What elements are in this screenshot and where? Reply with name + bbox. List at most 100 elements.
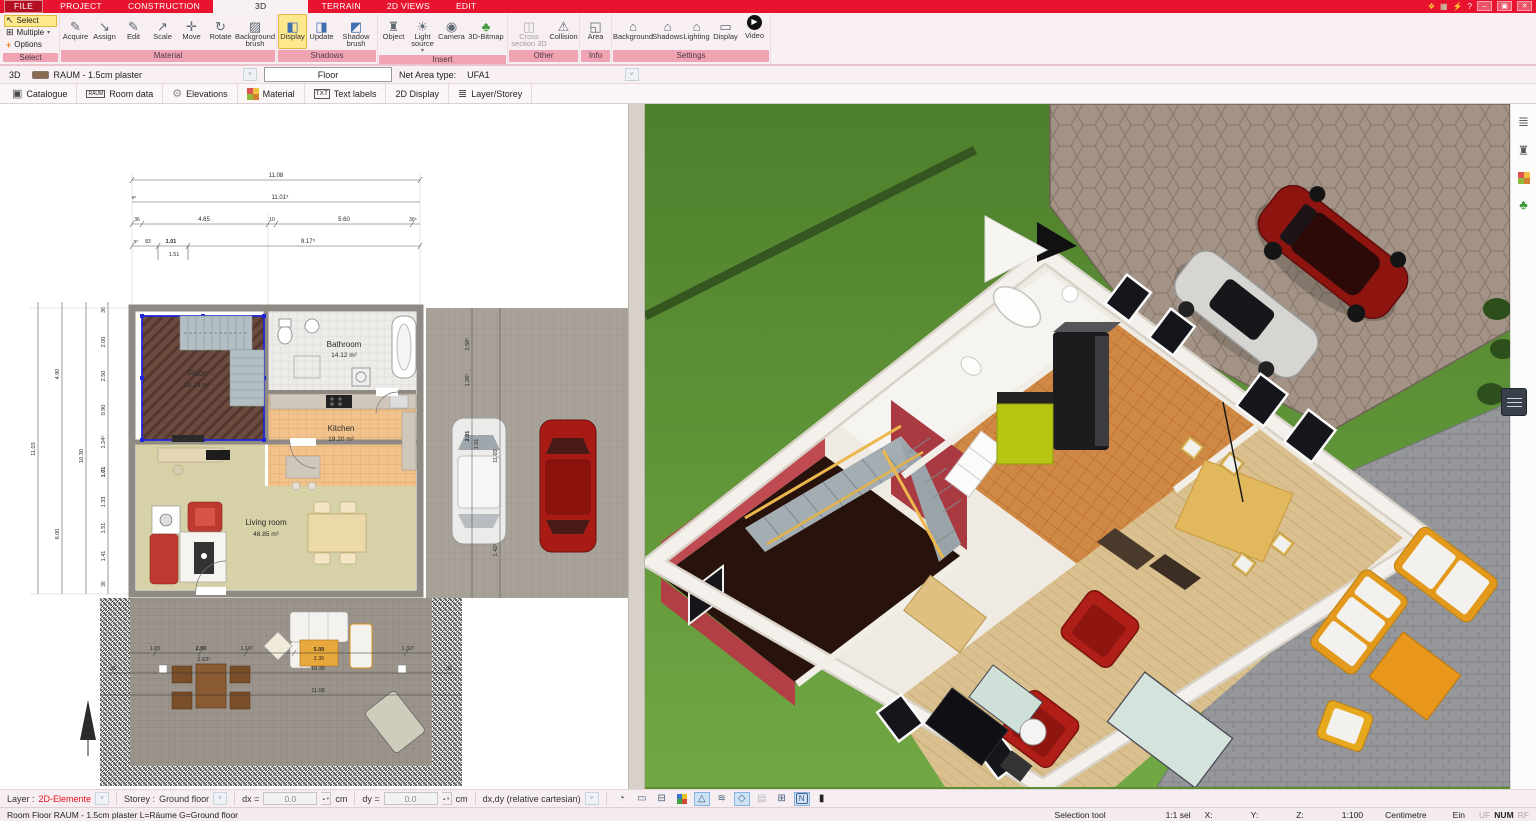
close-button[interactable]: ✕: [1517, 1, 1532, 12]
chevron-down-icon[interactable]: ˅: [213, 792, 228, 806]
acquire-button[interactable]: ✎ Acquire: [61, 14, 90, 49]
shadow-update-button[interactable]: ◨ Update: [307, 14, 336, 49]
net-area-type-value: UFA1: [467, 69, 490, 80]
dx-stepper[interactable]: ▲▼: [321, 792, 332, 806]
cursor-bar-icon[interactable]: ▮: [814, 792, 830, 806]
plants-icon[interactable]: ♣: [1519, 197, 1528, 212]
scale-label: Scale: [153, 31, 172, 41]
area-label: Area: [587, 31, 604, 41]
collision-icon: ⚠: [557, 18, 570, 34]
shadows-settings-button[interactable]: ⌂ Shadows: [652, 14, 683, 49]
video-button[interactable]: ▶ Video: [740, 14, 769, 49]
layer-storey-button[interactable]: ≣ Layer/Storey: [449, 84, 533, 104]
camera-button[interactable]: ◉ Camera: [437, 14, 466, 54]
shadow-display-button[interactable]: ◧ Display: [278, 13, 307, 49]
tab-3d[interactable]: 3D: [213, 0, 309, 13]
object-button[interactable]: ♜ Object: [379, 14, 408, 54]
shadow-brush-button[interactable]: ◩ Shadow brush: [336, 14, 376, 49]
monitor-icon[interactable]: ▭: [634, 792, 650, 806]
rotate-button[interactable]: ↻ Rotate: [206, 14, 235, 49]
x-coordinate-label: X:: [1204, 809, 1213, 820]
ribbon-group-insert: ♜ Object ☀ Light source ▾ ◉ Camera ♣ 3D-Bitma…: [378, 13, 508, 65]
scale-indicator[interactable]: 1:100: [1342, 810, 1363, 820]
light-source-button[interactable]: ☀ Light source ▾: [408, 14, 437, 54]
multiple-button[interactable]: ⊞ Multiple ▾: [4, 27, 57, 39]
tab-project[interactable]: PROJECT: [47, 0, 115, 13]
chevron-down-icon[interactable]: ˅: [95, 792, 110, 806]
tab-file[interactable]: FILE: [4, 0, 44, 13]
restore-button[interactable]: ▣: [1497, 1, 1512, 12]
collision-button[interactable]: ⚠ Collision: [549, 14, 578, 49]
coordinate-mode-dropdown[interactable]: dx,dy (relative cartesian): [483, 794, 581, 804]
materials-icon[interactable]: [1517, 172, 1524, 179]
net-area-type-dropdown[interactable]: UFA1 ˅: [463, 67, 639, 82]
ribbon-group-info: ◱ Area Info: [580, 13, 612, 64]
snap-multi-toggle[interactable]: ≋: [714, 792, 730, 806]
panel-grip-handle[interactable]: [1501, 388, 1527, 417]
cube-outline-icon: ◨: [315, 18, 328, 34]
options-button[interactable]: + Options: [4, 39, 57, 51]
scale-button[interactable]: ↗ Scale: [148, 14, 177, 49]
display-settings-button[interactable]: ▭ Display: [711, 14, 740, 49]
chevron-down-icon[interactable]: ˅: [624, 68, 639, 82]
material-dropdown[interactable]: RAUM - 1.5cm plaster ˅: [28, 67, 258, 82]
svg-text:36: 36: [446, 666, 452, 672]
dy-stepper[interactable]: ▲▼: [441, 792, 452, 806]
package-icon[interactable]: ▦: [1440, 2, 1448, 11]
move-button[interactable]: ✛ Move: [177, 14, 206, 49]
elevations-button[interactable]: ⚙ Elevations: [163, 84, 238, 104]
room-data-button[interactable]: RAUM Room data: [77, 84, 164, 104]
chevron-down-icon[interactable]: ˅: [243, 68, 258, 82]
2d-display-button[interactable]: 2D Display: [386, 84, 449, 104]
printer-icon[interactable]: ⊟: [654, 792, 670, 806]
help-icon[interactable]: ?: [1468, 2, 1472, 11]
tools-icon[interactable]: ❖: [1428, 2, 1435, 11]
flash-icon[interactable]: ⚡: [1453, 2, 1463, 11]
tab-2d-views[interactable]: 2D VIEWS: [374, 0, 443, 13]
unit-indicator[interactable]: Centimetre: [1385, 810, 1427, 820]
storey-value[interactable]: Ground floor: [159, 794, 209, 804]
snap-polyline-toggle[interactable]: △: [693, 791, 710, 806]
bitmap-3d-button[interactable]: ♣ 3D-Bitmap: [466, 14, 506, 54]
collision-label: Collision: [549, 31, 578, 41]
material-tool-button[interactable]: Material: [238, 84, 305, 104]
panel-splitter[interactable]: [628, 104, 645, 790]
palette-icon[interactable]: [674, 792, 690, 806]
floor-plan-canvas[interactable]: 11.08 11.01⁵ 6⁵ 36 4.65 10 5.60 36⁵ 5⁵ 8…: [0, 104, 628, 787]
tree-icon: ♣: [481, 18, 491, 34]
select-button[interactable]: ↖ Select: [4, 14, 57, 27]
text-labels-button[interactable]: TXT Text labels: [305, 84, 387, 104]
furniture-icon[interactable]: ♜: [1518, 143, 1530, 159]
edit-button[interactable]: ✎ Edit: [119, 14, 148, 49]
assign-button[interactable]: ↘ Assign: [90, 14, 119, 49]
application-window: FILE PROJECT CONSTRUCTION 3D TERRAIN 2D …: [0, 0, 1536, 821]
light-source-label: Light source: [411, 31, 434, 49]
background-button[interactable]: ⌂ Background: [613, 14, 653, 49]
view-3d-canvas[interactable]: [636, 103, 1516, 799]
layer-value[interactable]: 2D-Elemente: [39, 794, 92, 804]
area-button[interactable]: ◱ Area: [581, 14, 610, 49]
dy-input[interactable]: 0.0: [383, 792, 438, 806]
chevron-down-icon[interactable]: ˅: [584, 792, 599, 806]
view-3d-panel[interactable]: [636, 103, 1516, 799]
background-brush-button[interactable]: ▨ Background brush: [235, 14, 275, 49]
dx-unit: cm: [335, 793, 348, 804]
dx-input[interactable]: 0.0: [263, 792, 318, 806]
floor-button[interactable]: Floor: [264, 67, 393, 83]
snap-stack-toggle[interactable]: ▤: [754, 792, 770, 806]
tab-construction[interactable]: CONSTRUCTION: [115, 0, 213, 13]
dy-label: dy =: [362, 793, 380, 804]
svg-text:83: 83: [145, 239, 151, 245]
north-toggle[interactable]: N: [793, 791, 810, 806]
layers-icon[interactable]: ≣: [1518, 114, 1529, 130]
snap-diamond-toggle[interactable]: ◇: [733, 791, 750, 806]
svg-text:2.00: 2.00: [101, 337, 107, 348]
grid-toggle[interactable]: ⊞: [774, 792, 790, 806]
floor-plan-panel[interactable]: 11.08 11.01⁵ 6⁵ 36 4.65 10 5.60 36⁵ 5⁵ 8…: [0, 104, 628, 790]
catalogue-button[interactable]: ▣ Catalogue: [3, 84, 78, 104]
history-icon[interactable]: ◔: [614, 792, 630, 806]
minimize-button[interactable]: –: [1477, 1, 1492, 12]
tab-terrain[interactable]: TERRAIN: [308, 0, 373, 13]
lighting-button[interactable]: ⌂ Lighting: [682, 14, 711, 49]
tab-edit[interactable]: EDIT: [443, 0, 490, 13]
